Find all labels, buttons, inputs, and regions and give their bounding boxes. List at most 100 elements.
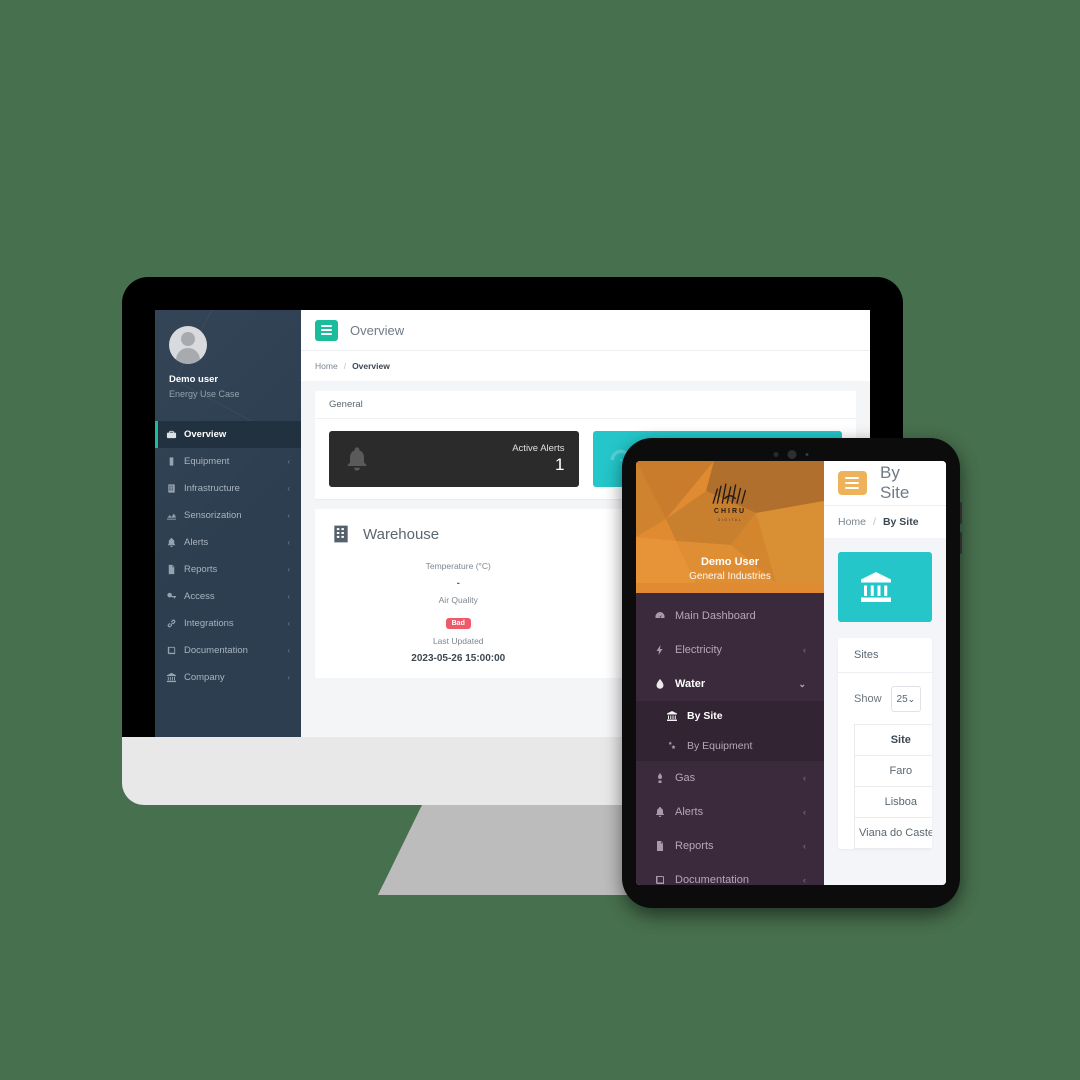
camera-dot — [773, 452, 779, 457]
sidebar-label: Documentation — [184, 644, 248, 656]
metric-value: 2023-05-26 15:00:00 — [411, 653, 506, 664]
sidebar-item-company[interactable]: Company ‹ — [155, 664, 301, 691]
water-drop-icon — [654, 678, 666, 690]
sidebar-item-sensorization[interactable]: Sensorization ‹ — [155, 502, 301, 529]
chevron-left-icon: ‹ — [287, 537, 290, 547]
breadcrumb-separator: / — [343, 361, 347, 371]
sidebar-item-equipment[interactable]: Equipment ‹ — [155, 448, 301, 475]
sidebar-item-overview[interactable]: Overview — [155, 420, 301, 448]
sites-table-rows: Faro Lisboa Viana do Castelo — [854, 755, 932, 849]
sidebar-item-access[interactable]: Access ‹ — [155, 583, 301, 610]
profile-name: Demo user — [169, 374, 219, 385]
camera-lens-icon — [787, 450, 797, 459]
submenu-item-by-equipment[interactable]: By Equipment — [636, 731, 824, 761]
hamburger-icon[interactable] — [838, 471, 867, 495]
dashboard-icon — [654, 610, 666, 622]
sidebar-label: Overview — [184, 428, 227, 440]
table-row[interactable]: Viana do Castelo — [854, 817, 932, 849]
chevron-left-icon: ‹ — [803, 807, 806, 817]
scene: Demo user Energy Use Case Overview Equip… — [0, 0, 1080, 1080]
metric-label: Temperature (°C) — [425, 561, 491, 571]
tablet-nav-alerts[interactable]: Alerts ‹ — [636, 795, 824, 829]
chiru-mountain-logo-icon: CHIRU DIGITAL — [709, 481, 751, 522]
submenu-item-by-site[interactable]: By Site — [636, 701, 824, 731]
breadcrumb-home[interactable]: Home — [838, 516, 866, 528]
submenu-label: By Site — [687, 710, 723, 722]
metric-value: - — [456, 578, 460, 589]
tablet-nav-water[interactable]: Water ⌄ — [636, 667, 824, 701]
sidebar-item-alerts[interactable]: Alerts ‹ — [155, 529, 301, 556]
table-row[interactable]: Faro — [854, 755, 932, 787]
site-hero-card[interactable] — [838, 552, 932, 622]
briefcase-icon — [166, 429, 177, 440]
page-size-select[interactable]: 25 ⌄ — [890, 686, 922, 712]
gears-icon — [666, 740, 678, 752]
breadcrumb-current: Overview — [352, 361, 390, 371]
tablet-nav-gas[interactable]: Gas ‹ — [636, 761, 824, 795]
volume-up-button[interactable] — [960, 502, 962, 524]
tablet-nav-reports[interactable]: Reports ‹ — [636, 829, 824, 863]
general-card-title: General — [315, 391, 856, 419]
sidebar-item-integrations[interactable]: Integrations ‹ — [155, 610, 301, 637]
site-name: Warehouse — [363, 525, 440, 543]
book-icon — [654, 874, 666, 885]
table-row[interactable]: Lisboa — [854, 786, 932, 818]
bolt-icon — [654, 644, 666, 656]
chevron-left-icon: ‹ — [287, 483, 290, 493]
active-alerts-stat[interactable]: Active Alerts 1 — [329, 431, 579, 487]
sites-table-body: Show 25 ⌄ Site Faro Lisboa Viana do Cast… — [838, 673, 932, 849]
building-icon — [166, 483, 177, 494]
chevron-left-icon: ‹ — [803, 645, 806, 655]
tablet-app: CHIRU DIGITAL Demo User General Industri… — [636, 461, 946, 885]
breadcrumb-home[interactable]: Home — [315, 361, 338, 371]
breadcrumb-current: By Site — [882, 516, 919, 528]
chevron-left-icon: ‹ — [287, 564, 290, 574]
device-icon — [166, 456, 177, 467]
desktop-profile: Demo user Energy Use Case — [155, 310, 301, 415]
cell-site: Faro — [854, 755, 932, 787]
sidebar-label: Company — [184, 671, 225, 683]
sidebar-item-infrastructure[interactable]: Infrastructure ‹ — [155, 475, 301, 502]
building-icon — [331, 523, 351, 545]
cell-site: Viana do Castelo — [854, 817, 932, 849]
tablet-nav-label: Electricity — [675, 644, 723, 656]
hamburger-icon[interactable] — [315, 319, 338, 341]
column-header-site[interactable]: Site — [854, 724, 932, 756]
book-icon — [166, 645, 177, 656]
metric-label: Air Quality — [438, 595, 478, 605]
sidebar-item-reports[interactable]: Reports ‹ — [155, 556, 301, 583]
sidebar-label: Integrations — [184, 617, 234, 629]
bell-icon — [343, 445, 371, 473]
desktop-nav: Overview Equipment ‹ Infrastructure ‹ Se… — [155, 420, 301, 691]
desktop-topbar: Overview — [301, 310, 870, 350]
profile-subtitle: Energy Use Case — [169, 389, 240, 400]
tablet-nav-documentation[interactable]: Documentation ‹ — [636, 863, 824, 885]
sidebar-item-documentation[interactable]: Documentation ‹ — [155, 637, 301, 664]
bell-icon — [654, 806, 666, 818]
metric-value-wrap: Bad — [331, 612, 586, 630]
sidebar-label: Sensorization — [184, 509, 242, 521]
tablet-nav-main-dashboard[interactable]: Main Dashboard — [636, 599, 824, 633]
chevron-left-icon: ‹ — [287, 591, 290, 601]
user-avatar-icon — [169, 326, 207, 364]
page-size-value: 25 — [896, 693, 908, 705]
sidebar-label: Reports — [184, 563, 218, 575]
breadcrumb-separator: / — [873, 516, 876, 528]
sites-table-title: Sites — [838, 638, 932, 673]
bank-icon — [666, 710, 678, 722]
tablet-topbar: By Site — [824, 461, 946, 505]
volume-down-button[interactable] — [960, 532, 962, 554]
metric-column-left: Temperature (°C) - Air Quality Bad Last … — [331, 555, 586, 664]
show-label: Show — [854, 693, 882, 705]
chevron-left-icon: ‹ — [287, 672, 290, 682]
tablet-screen: CHIRU DIGITAL Demo User General Industri… — [636, 461, 946, 885]
desktop-sidebar: Demo user Energy Use Case Overview Equip… — [155, 310, 301, 737]
tablet-nav-electricity[interactable]: Electricity ‹ — [636, 633, 824, 667]
tablet-nav-label: Documentation — [675, 874, 749, 885]
chevron-left-icon: ‹ — [287, 456, 290, 466]
tablet-company-name: General Industries — [689, 570, 771, 582]
chevron-down-icon: ⌄ — [907, 693, 916, 704]
stat-text: Active Alerts 1 — [512, 443, 564, 476]
logo-wordmark: CHIRU — [713, 508, 747, 515]
logo-tagline: DIGITAL — [717, 518, 743, 522]
